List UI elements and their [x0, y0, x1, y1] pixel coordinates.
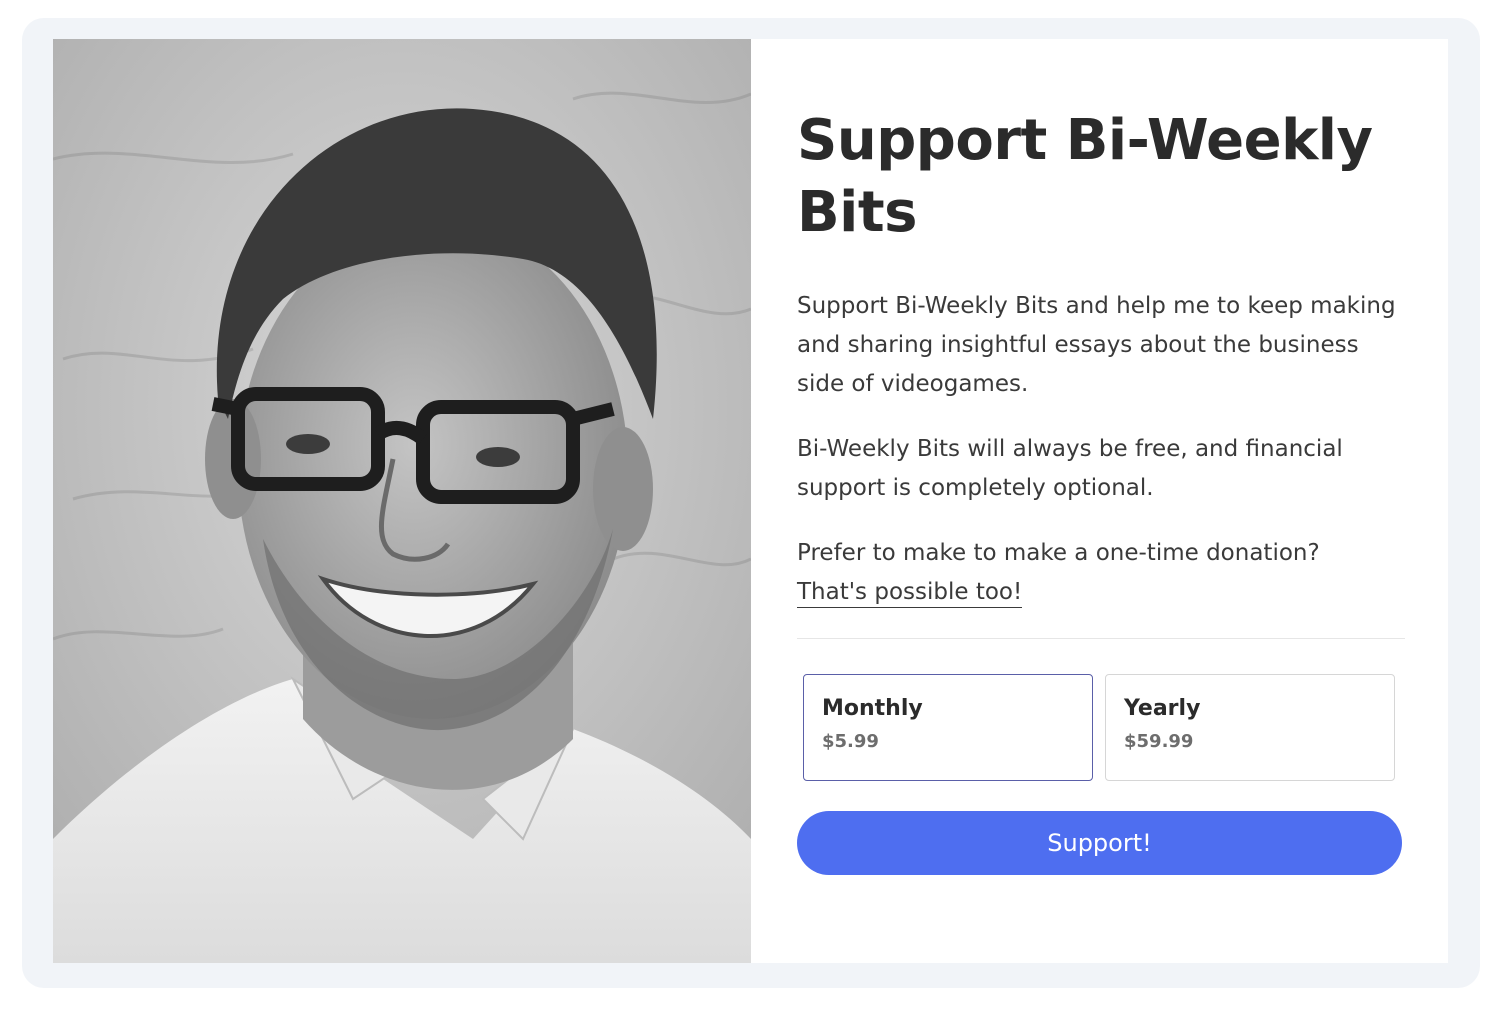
donation-prefix: Prefer to make to make a one-time donati… — [797, 540, 1320, 566]
support-card: Support Bi-Weekly Bits Support Bi-Weekly… — [53, 39, 1448, 963]
plan-name: Monthly — [822, 696, 923, 721]
donation-text: Prefer to make to make a one-time donati… — [797, 534, 1397, 612]
one-time-donation-link[interactable]: That's possible too! — [797, 579, 1023, 608]
page-title: Support Bi-Weekly Bits — [797, 108, 1373, 245]
intro-text: Support Bi-Weekly Bits and help me to ke… — [797, 293, 1396, 397]
plan-price: $5.99 — [822, 731, 879, 752]
author-photo — [53, 39, 751, 963]
free-note-text: Bi-Weekly Bits will always be free, and … — [797, 436, 1343, 501]
plan-yearly-option[interactable]: Yearly $59.99 — [1105, 674, 1395, 781]
support-button[interactable]: Support! — [797, 811, 1402, 875]
plan-monthly-option[interactable]: Monthly $5.99 — [803, 674, 1093, 781]
support-content: Support Bi-Weekly Bits Support Bi-Weekly… — [751, 39, 1448, 963]
divider — [797, 638, 1405, 639]
plan-price: $59.99 — [1124, 731, 1194, 752]
plan-name: Yearly — [1124, 696, 1201, 721]
plan-selector: Monthly $5.99 Yearly $59.99 — [803, 674, 1405, 781]
